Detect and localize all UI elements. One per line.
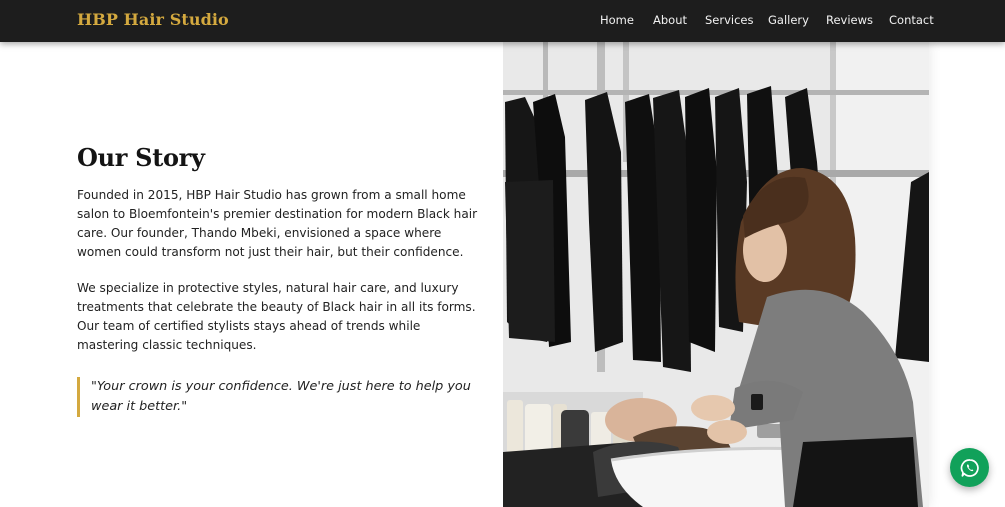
story-paragraph-1: Founded in 2015, HBP Hair Studio has gro… [77,188,478,259]
section-title: Our Story [77,143,205,172]
nav-reviews[interactable]: Reviews [826,13,873,27]
navbar: HBP Hair Studio Home About Services Gall… [0,0,1005,42]
whatsapp-icon [960,458,979,477]
whatsapp-chat-button[interactable] [950,448,989,487]
nav-links: Home About Services Gallery Reviews Cont… [0,13,1005,29]
nav-home[interactable]: Home [600,13,634,27]
nav-contact[interactable]: Contact [889,13,934,27]
nav-gallery[interactable]: Gallery [768,13,809,27]
salon-photo-illustration [503,42,929,507]
story-paragraph-2: We specialize in protective styles, natu… [77,281,476,352]
nav-services[interactable]: Services [705,13,754,27]
salon-photo [503,42,929,507]
nav-about[interactable]: About [653,13,687,27]
founder-quote: "Your crown is your confidence. We're ju… [77,377,482,417]
